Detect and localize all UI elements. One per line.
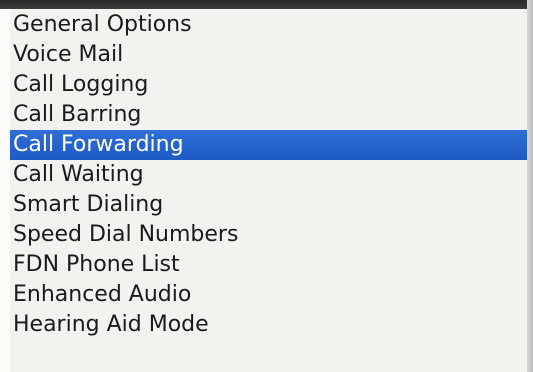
menu-item-smart-dialing[interactable]: Smart Dialing	[10, 190, 527, 220]
menu-item-call-barring[interactable]: Call Barring	[10, 100, 527, 130]
phone-options-menu: General Options Voice Mail Call Logging …	[10, 10, 527, 340]
screen-right-bezel	[527, 0, 533, 372]
menu-item-general-options[interactable]: General Options	[10, 10, 527, 40]
menu-item-voice-mail[interactable]: Voice Mail	[10, 40, 527, 70]
menu-item-call-logging[interactable]: Call Logging	[10, 70, 527, 100]
options-screen: General Options Voice Mail Call Logging …	[0, 0, 533, 372]
screen-top-bezel	[0, 0, 533, 9]
menu-item-speed-dial-numbers[interactable]: Speed Dial Numbers	[10, 220, 527, 250]
menu-item-enhanced-audio[interactable]: Enhanced Audio	[10, 280, 527, 310]
menu-item-call-waiting[interactable]: Call Waiting	[10, 160, 527, 190]
menu-item-hearing-aid-mode[interactable]: Hearing Aid Mode	[10, 310, 527, 340]
menu-item-fdn-phone-list[interactable]: FDN Phone List	[10, 250, 527, 280]
screen-left-edge	[0, 0, 10, 372]
menu-item-call-forwarding[interactable]: Call Forwarding	[10, 130, 527, 160]
